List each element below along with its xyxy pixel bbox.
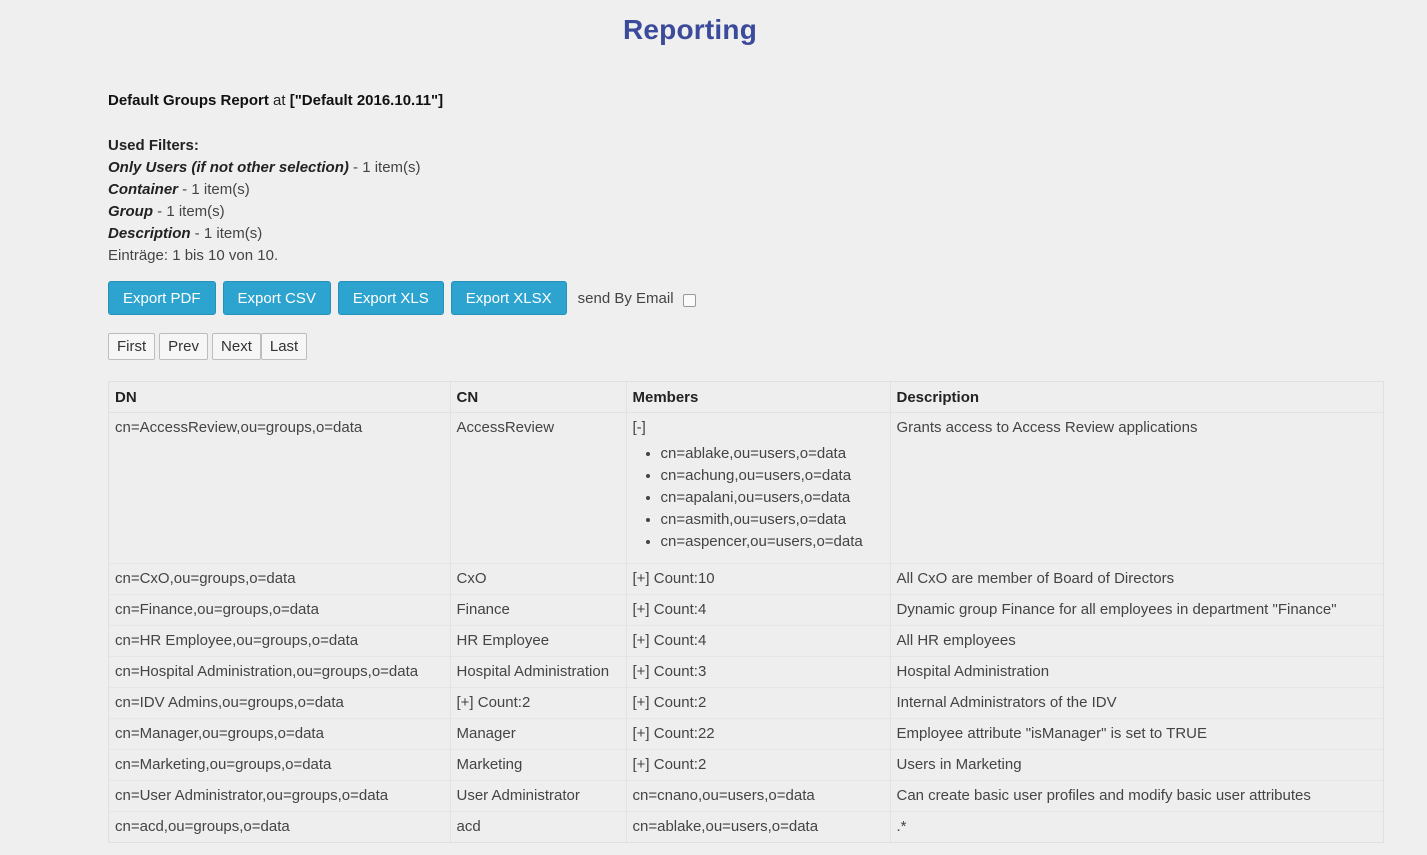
cell-members[interactable]: [+] Count:2 — [626, 749, 891, 781]
member-item: cn=asmith,ou=users,o=data — [661, 509, 884, 531]
cell-cn: Marketing — [450, 749, 627, 781]
column-header-members[interactable]: Members — [626, 382, 891, 413]
table-row: cn=CxO,ou=groups,o=data CxO [+] Count:10… — [109, 563, 1383, 595]
filter-count: - 1 item(s) — [348, 159, 421, 176]
cell-cn: CxO — [450, 563, 627, 595]
prev-page-button[interactable]: Prev — [159, 333, 209, 360]
cell-dn: cn=Finance,ou=groups,o=data — [109, 594, 451, 626]
filter-name: Group — [108, 203, 153, 220]
cell-dn: cn=Manager,ou=groups,o=data — [109, 718, 451, 750]
cell-members[interactable]: [+] Count:3 — [626, 656, 891, 688]
filter-count: - 1 item(s) — [153, 203, 225, 220]
export-xls-button[interactable]: Export XLS — [337, 281, 444, 315]
entries-info: Einträge: 1 bis 10 von 10. — [108, 247, 279, 264]
cell-members: [-] cn=ablake,ou=users,o=data cn=achung,… — [626, 412, 891, 564]
groups-table: DN CN Members Description cn=AccessRevie… — [108, 381, 1384, 843]
member-item: cn=ablake,ou=users,o=data — [661, 443, 884, 465]
cell-cn: Hospital Administration — [450, 656, 627, 688]
table-row: cn=acd,ou=groups,o=data acd cn=ablake,ou… — [109, 811, 1383, 842]
cell-members: cn=cnano,ou=users,o=data — [626, 780, 891, 812]
cell-cn: HR Employee — [450, 625, 627, 657]
cell-dn: cn=User Administrator,ou=groups,o=data — [109, 780, 451, 812]
cell-dn: cn=acd,ou=groups,o=data — [109, 811, 451, 842]
filter-item: Group - 1 item(s) — [108, 201, 421, 223]
member-item: cn=apalani,ou=users,o=data — [661, 487, 884, 509]
cell-members[interactable]: [+] Count:4 — [626, 625, 891, 657]
cell-members[interactable]: [+] Count:4 — [626, 594, 891, 626]
cell-description: Dynamic group Finance for all employees … — [890, 594, 1383, 626]
used-filters: Used Filters: Only Users (if not other s… — [108, 135, 421, 267]
filter-name: Container — [108, 181, 179, 198]
cell-description: .* — [890, 811, 1383, 842]
filter-item: Only Users (if not other selection) - 1 … — [108, 157, 421, 179]
cell-description: Can create basic user profiles and modif… — [890, 780, 1383, 812]
cell-members[interactable]: [+] Count:2 — [626, 687, 891, 719]
cell-cn: User Administrator — [450, 780, 627, 812]
cell-cn: acd — [450, 811, 627, 842]
cell-dn: cn=CxO,ou=groups,o=data — [109, 563, 451, 595]
filter-item: Container - 1 item(s) — [108, 179, 421, 201]
filter-name: Description — [108, 225, 191, 242]
filters-header: Used Filters: — [108, 137, 199, 154]
last-page-button[interactable]: Last — [260, 333, 308, 360]
column-header-dn[interactable]: DN — [109, 382, 451, 413]
cell-cn: AccessReview — [450, 412, 627, 564]
send-by-email: send By Email — [578, 290, 696, 307]
table-row: cn=HR Employee,ou=groups,o=data HR Emplo… — [109, 625, 1383, 657]
next-page-button[interactable]: Next — [212, 333, 261, 360]
cell-description: Grants access to Access Review applicati… — [890, 412, 1383, 564]
cell-description: All CxO are member of Board of Directors — [890, 563, 1383, 595]
table-row: cn=Hospital Administration,ou=groups,o=d… — [109, 656, 1383, 688]
cell-dn: cn=IDV Admins,ou=groups,o=data — [109, 687, 451, 719]
column-header-cn[interactable]: CN — [450, 382, 627, 413]
page-title: Reporting — [622, 14, 757, 45]
cell-cn: Finance — [450, 594, 627, 626]
cell-dn: cn=Marketing,ou=groups,o=data — [109, 749, 451, 781]
member-item: cn=aspencer,ou=users,o=data — [661, 531, 884, 553]
report-at-word: at — [273, 92, 286, 109]
export-csv-button[interactable]: Export CSV — [222, 281, 331, 315]
table-row: cn=Marketing,ou=groups,o=data Marketing … — [109, 749, 1383, 781]
cell-description: Hospital Administration — [890, 656, 1383, 688]
cell-members[interactable]: [+] Count:22 — [626, 718, 891, 750]
members-collapse-toggle[interactable]: [-] — [633, 413, 884, 443]
export-toolbar: Export PDF Export CSV Export XLS Export … — [108, 281, 696, 315]
table-row: cn=Finance,ou=groups,o=data Finance [+] … — [109, 594, 1383, 626]
cell-members[interactable]: [+] Count:10 — [626, 563, 891, 595]
filter-count: - 1 item(s) — [190, 225, 263, 242]
report-name: Default Groups Report — [108, 92, 269, 109]
export-pdf-button[interactable]: Export PDF — [108, 281, 216, 315]
members-list: cn=ablake,ou=users,o=data cn=achung,ou=u… — [633, 443, 884, 553]
column-header-description[interactable]: Description — [890, 382, 1383, 413]
pagination: First Prev Next Last — [108, 333, 311, 360]
cell-description: Internal Administrators of the IDV — [890, 687, 1383, 719]
table-row: cn=User Administrator,ou=groups,o=data U… — [109, 780, 1383, 812]
cell-dn: cn=Hospital Administration,ou=groups,o=d… — [109, 656, 451, 688]
filter-name: Only Users (if not other selection) — [108, 159, 349, 176]
cell-description: Users in Marketing — [890, 749, 1383, 781]
table-row: cn=Manager,ou=groups,o=data Manager [+] … — [109, 718, 1383, 750]
first-page-button[interactable]: First — [108, 333, 156, 360]
member-item: cn=achung,ou=users,o=data — [661, 465, 884, 487]
filter-item: Description - 1 item(s) — [108, 223, 421, 245]
cell-members: cn=ablake,ou=users,o=data — [626, 811, 891, 842]
export-xlsx-button[interactable]: Export XLSX — [450, 281, 567, 315]
cell-description: Employee attribute "isManager" is set to… — [890, 718, 1383, 750]
report-target: ["Default 2016.10.11"] — [289, 92, 444, 109]
table-row: cn=IDV Admins,ou=groups,o=data [+] Count… — [109, 687, 1383, 719]
cell-dn: cn=AccessReview,ou=groups,o=data — [109, 412, 451, 564]
send-by-email-checkbox[interactable] — [682, 293, 696, 307]
filter-count: - 1 item(s) — [178, 181, 250, 198]
report-summary: Default Groups Report at ["Default 2016.… — [108, 92, 443, 109]
table-header-row: DN CN Members Description — [109, 382, 1383, 413]
cell-dn: cn=HR Employee,ou=groups,o=data — [109, 625, 451, 657]
reporting-page: Reporting Default Groups Report at ["Def… — [0, 0, 1427, 855]
table-row: cn=AccessReview,ou=groups,o=data AccessR… — [109, 412, 1383, 564]
cell-cn: Manager — [450, 718, 627, 750]
cell-cn[interactable]: [+] Count:2 — [450, 687, 627, 719]
send-by-email-label: send By Email — [577, 289, 674, 307]
cell-description: All HR employees — [890, 625, 1383, 657]
